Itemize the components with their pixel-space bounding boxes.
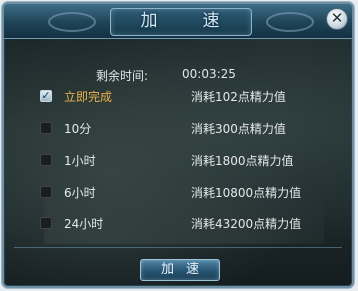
option-cost: 消耗43200点精力值 — [191, 217, 302, 231]
option-row-instant[interactable]: ✓ 立即完成 消耗102点精力值 — [4, 88, 352, 108]
option-checkbox[interactable] — [40, 154, 52, 166]
option-label: 10分 — [64, 122, 92, 136]
remaining-time-value: 00:03:25 — [182, 67, 236, 81]
option-checkbox[interactable] — [40, 186, 52, 198]
option-label: 6小时 — [64, 186, 96, 200]
option-checkbox[interactable] — [40, 122, 52, 134]
option-row-24hours[interactable]: 24小时 消耗43200点精力值 — [4, 215, 352, 235]
accelerate-button[interactable]: 加速 — [140, 259, 220, 281]
option-cost: 消耗300点精力值 — [191, 122, 286, 136]
footer-divider — [14, 247, 342, 248]
option-label: 1小时 — [64, 154, 96, 168]
option-checkbox[interactable]: ✓ — [40, 90, 52, 102]
option-row-1hour[interactable]: 1小时 消耗1800点精力值 — [4, 152, 352, 172]
option-row-6hours[interactable]: 6小时 消耗10800点精力值 — [4, 184, 352, 204]
accelerate-dialog: 加 速 ✕ 剩余时间: 00:03:25 ✓ 立即完成 消耗102点精力值 10… — [2, 2, 354, 288]
option-row-10min[interactable]: 10分 消耗300点精力值 — [4, 120, 352, 140]
dialog-title: 加 速 — [140, 11, 234, 31]
cloud-ornament-icon — [48, 12, 96, 32]
cloud-ornament-icon — [266, 12, 314, 32]
remaining-time-label: 剩余时间: — [96, 69, 149, 83]
close-icon[interactable]: ✕ — [326, 8, 348, 30]
option-label: 24小时 — [64, 217, 104, 231]
dialog-title-bar: 加 速 ✕ — [4, 4, 352, 39]
option-checkbox[interactable] — [40, 217, 52, 229]
option-cost: 消耗1800点精力值 — [191, 154, 294, 168]
option-label: 立即完成 — [64, 90, 113, 104]
option-cost: 消耗10800点精力值 — [191, 186, 302, 200]
option-cost: 消耗102点精力值 — [191, 90, 286, 104]
